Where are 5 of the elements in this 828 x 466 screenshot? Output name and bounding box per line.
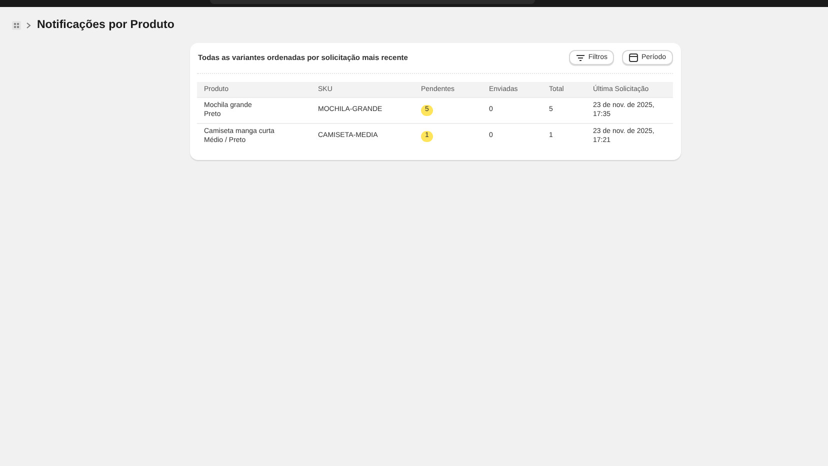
calendar-icon [629,53,638,62]
page-title: Notificações por Produto [37,19,174,31]
chevron-icon [26,22,31,28]
grid-icon[interactable] [12,20,21,30]
filter-icon [576,54,586,62]
